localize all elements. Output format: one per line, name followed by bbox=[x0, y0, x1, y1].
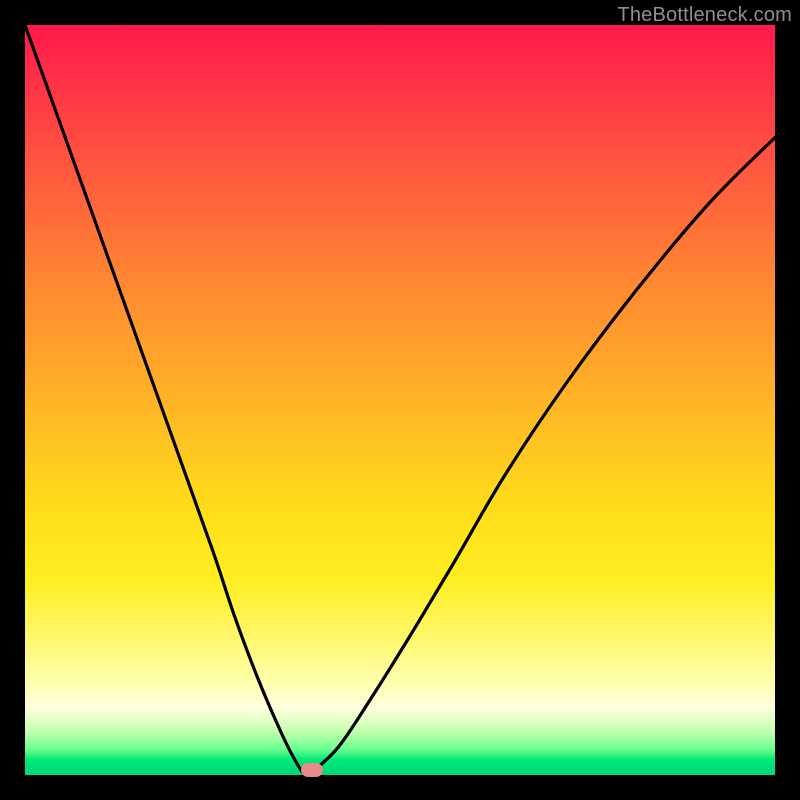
min-marker bbox=[301, 763, 323, 777]
plot-area bbox=[25, 25, 775, 775]
watermark-text: TheBottleneck.com bbox=[617, 4, 792, 27]
bottleneck-curve bbox=[25, 25, 775, 775]
chart-frame: TheBottleneck.com bbox=[0, 0, 800, 800]
